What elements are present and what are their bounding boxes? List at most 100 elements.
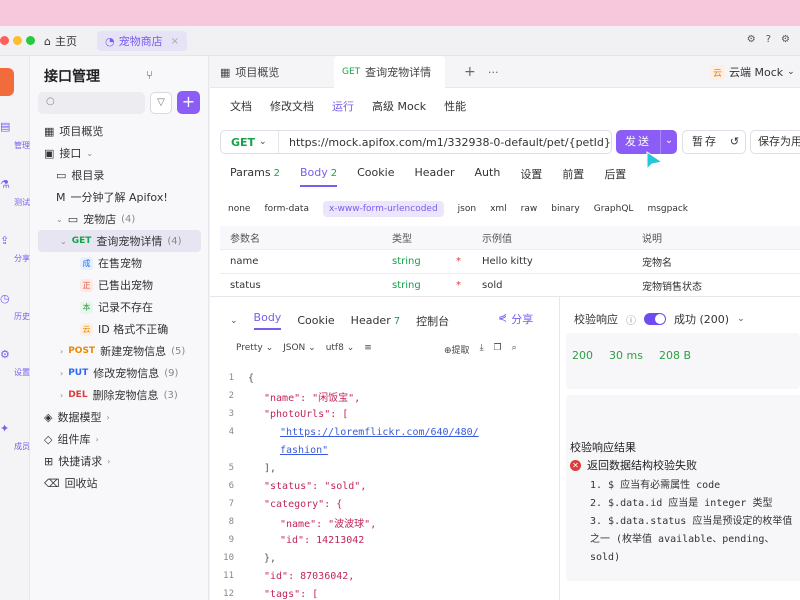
param-desc[interactable]: 宠物销售状态	[642, 278, 702, 293]
subnav-edit[interactable]: 修改文档	[270, 98, 314, 114]
tab-cookie[interactable]: Cookie	[357, 166, 394, 187]
body-type-urlencoded[interactable]: x-www-form-urlencoded	[322, 201, 444, 217]
tab-params[interactable]: Params 2	[230, 166, 280, 187]
rail-item-members[interactable]: 成员	[0, 441, 30, 452]
rail-item-test[interactable]: 测试	[0, 197, 30, 208]
param-type[interactable]: string	[392, 280, 421, 291]
tab-post[interactable]: 后置	[604, 166, 626, 187]
chevron-down-icon[interactable]: ⌄	[230, 316, 238, 326]
tree-item-endpoint[interactable]: › POST 新建宠物信息 (5)	[38, 340, 201, 362]
rail-item-settings[interactable]: 设置	[0, 367, 30, 378]
subnav-run[interactable]: 运行	[332, 98, 354, 114]
subnav-performance[interactable]: 性能	[444, 98, 466, 114]
wrap-icon[interactable]: ≡	[364, 343, 372, 353]
param-name[interactable]: name	[230, 256, 258, 267]
history-icon: ◷	[0, 292, 10, 305]
tree-item-models[interactable]: ◈ 数据模型 ›	[38, 406, 201, 428]
body-type-msgpack[interactable]: msgpack	[647, 204, 688, 214]
body-type-none[interactable]: none	[228, 204, 250, 214]
tab-console[interactable]: 控制台	[416, 313, 449, 329]
tree-item-case[interactable]: 正 已售出宠物	[38, 274, 201, 296]
save-as-button[interactable]: 保存为用	[750, 130, 800, 154]
save-temp-button[interactable]: 暂存	[682, 130, 728, 154]
tree-item-case[interactable]: 本 记录不存在	[38, 296, 201, 318]
column-header: 类型	[392, 234, 412, 245]
tree-item-components[interactable]: ◇ 组件库 ›	[38, 428, 201, 450]
copy-icon[interactable]: ❐	[494, 343, 502, 356]
tab-response-header[interactable]: Header 7	[351, 314, 400, 327]
body-type-xml[interactable]: xml	[490, 204, 507, 214]
tree-item-overview[interactable]: ▦ 项目概览	[38, 120, 201, 142]
tab-response-cookie[interactable]: Cookie	[297, 314, 334, 327]
tab-response-body[interactable]: Body	[253, 311, 282, 330]
tab-pre[interactable]: 前置	[562, 166, 584, 187]
refresh-icon: ↺	[729, 135, 740, 148]
tree-item-trash[interactable]: ⌫ 回收站	[38, 472, 201, 494]
tree-item-case[interactable]: 云 ID 格式不正确	[38, 318, 201, 340]
param-example[interactable]: sold	[482, 280, 502, 291]
share-label: 分享	[511, 313, 534, 326]
code-link[interactable]: "https://loremflickr.com/640/480/	[248, 427, 479, 438]
tab-badge: 7	[393, 316, 401, 327]
settings-circle-icon[interactable]: ⚙	[781, 34, 790, 45]
subnav-mock[interactable]: 高级 Mock	[372, 98, 426, 114]
format-pretty[interactable]: Pretty ⌄	[236, 343, 273, 353]
close-icon[interactable]: ×	[171, 36, 179, 47]
search-input[interactable]: ○	[38, 92, 145, 114]
tree-item-quick-requests[interactable]: ⊞ 快捷请求 ›	[38, 450, 201, 472]
close-window-dot[interactable]	[0, 36, 9, 45]
rail-item-history[interactable]: 历史	[0, 311, 30, 322]
tab-settings[interactable]: 设置	[520, 166, 542, 187]
body-type-form-data[interactable]: form-data	[264, 204, 309, 214]
tree-item-root[interactable]: ▭ 根目录	[38, 164, 201, 186]
tab-overview[interactable]: ▦ 项目概览	[220, 56, 279, 88]
gear-icon[interactable]: ⚙	[747, 34, 756, 45]
body-type-json[interactable]: json	[458, 204, 476, 214]
share-button[interactable]: ⋞ 分享	[498, 311, 533, 327]
validation-result-select[interactable]: 成功 (200)	[674, 311, 729, 327]
tree-item-endpoint[interactable]: › PUT 修改宠物信息 (9)	[38, 362, 201, 384]
response-size: 208 B	[658, 349, 691, 362]
minimize-window-dot[interactable]	[13, 36, 22, 45]
code-link[interactable]: fashion"	[248, 445, 328, 456]
tab-header[interactable]: Header	[414, 166, 454, 187]
tree-item-intro[interactable]: M 一分钟了解 Apifox!	[38, 186, 201, 208]
extract-button[interactable]: ⊕提取	[444, 343, 470, 356]
tab-pet-shop[interactable]: ◔ 宠物商店 ×	[97, 31, 187, 51]
reset-button[interactable]: ↺	[724, 130, 746, 154]
body-type-binary[interactable]: binary	[551, 204, 579, 214]
tree-item-pet-folder[interactable]: ⌄ ▭ 宠物店 (4)	[38, 208, 201, 230]
tab-body[interactable]: Body 2	[299, 166, 338, 187]
filter-button[interactable]: ▽	[150, 92, 172, 114]
search-icon[interactable]: ⌕	[512, 343, 517, 356]
branch-icon[interactable]: ⑂	[146, 68, 153, 82]
tree-item-selected[interactable]: ⌄ GET 查询宠物详情 (4)	[38, 230, 201, 252]
tab-home[interactable]: ⌂ 主页	[44, 33, 77, 49]
tab-pet-detail[interactable]: GET 查询宠物详情	[334, 56, 446, 88]
add-tab-button[interactable]: +	[464, 64, 476, 80]
environment-select[interactable]: 云 云端 Mock ⌄	[710, 64, 795, 80]
format-json[interactable]: JSON ⌄	[283, 343, 316, 353]
method-select[interactable]: GET ⌄	[221, 131, 279, 153]
tree-item-endpoint[interactable]: › DEL 删除宠物信息 (3)	[38, 384, 201, 406]
param-desc[interactable]: 宠物名	[642, 254, 672, 269]
rail-item-manage[interactable]: 管理	[0, 140, 30, 151]
format-encoding[interactable]: utf8 ⌄	[326, 343, 355, 353]
subnav-doc[interactable]: 文档	[230, 98, 252, 114]
validation-toggle[interactable]	[644, 313, 666, 325]
tree-item-case[interactable]: 成 在售宠物	[38, 252, 201, 274]
download-icon[interactable]: ⤓	[480, 343, 484, 356]
tree-item-interfaces[interactable]: ▣ 接口 ⌄	[38, 142, 201, 164]
body-type-raw[interactable]: raw	[521, 204, 538, 214]
rail-item-share[interactable]: 分享	[0, 253, 30, 264]
help-icon[interactable]: ?	[766, 34, 771, 45]
more-tabs-button[interactable]: ···	[488, 66, 499, 79]
param-type[interactable]: string	[392, 256, 421, 267]
tab-auth[interactable]: Auth	[475, 166, 501, 187]
param-example[interactable]: Hello kitty	[482, 256, 533, 267]
add-button[interactable]: +	[177, 91, 200, 114]
param-name[interactable]: status	[230, 280, 261, 291]
body-type-graphql[interactable]: GraphQL	[594, 204, 634, 214]
url-input[interactable]: https://mock.apifox.com/m1/332938-0-defa…	[279, 136, 611, 149]
maximize-window-dot[interactable]	[26, 36, 35, 45]
